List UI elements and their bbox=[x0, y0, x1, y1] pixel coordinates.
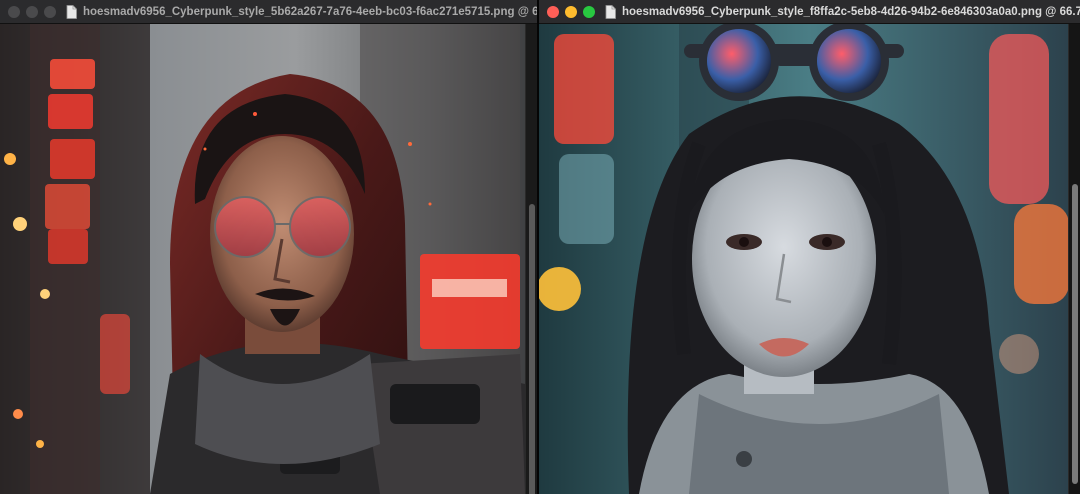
vertical-scrollbar[interactable] bbox=[1068, 24, 1080, 494]
image-canvas bbox=[0, 24, 537, 494]
zoom-button[interactable] bbox=[44, 5, 56, 18]
zoom-button[interactable] bbox=[583, 5, 595, 18]
minimize-button[interactable] bbox=[26, 5, 38, 18]
scrollbar-thumb[interactable] bbox=[529, 204, 535, 494]
window-title: hoesmadv6956_Cyberpunk_style_f8ffa2c-5eb… bbox=[622, 5, 1080, 18]
image-window-left[interactable]: hoesmadv6956_Cyberpunk_style_5b62a267-7a… bbox=[0, 0, 537, 494]
portrait-image bbox=[0, 24, 537, 494]
png-file-icon bbox=[66, 4, 77, 19]
portrait-image bbox=[539, 24, 1080, 494]
close-button[interactable] bbox=[547, 5, 559, 18]
image-window-right[interactable]: hoesmadv6956_Cyberpunk_style_f8ffa2c-5eb… bbox=[539, 0, 1080, 494]
window-titlebar[interactable]: hoesmadv6956_Cyberpunk_style_5b62a267-7a… bbox=[0, 0, 537, 24]
scrollbar-thumb[interactable] bbox=[1072, 184, 1078, 484]
window-controls bbox=[547, 5, 595, 18]
minimize-button[interactable] bbox=[565, 5, 577, 18]
window-title: hoesmadv6956_Cyberpunk_style_5b62a267-7a… bbox=[83, 5, 537, 18]
window-controls bbox=[8, 5, 56, 18]
vertical-scrollbar[interactable] bbox=[525, 24, 537, 494]
png-file-icon bbox=[605, 4, 616, 19]
window-titlebar[interactable]: hoesmadv6956_Cyberpunk_style_f8ffa2c-5eb… bbox=[539, 0, 1080, 24]
close-button[interactable] bbox=[8, 5, 20, 18]
image-canvas bbox=[539, 24, 1080, 494]
